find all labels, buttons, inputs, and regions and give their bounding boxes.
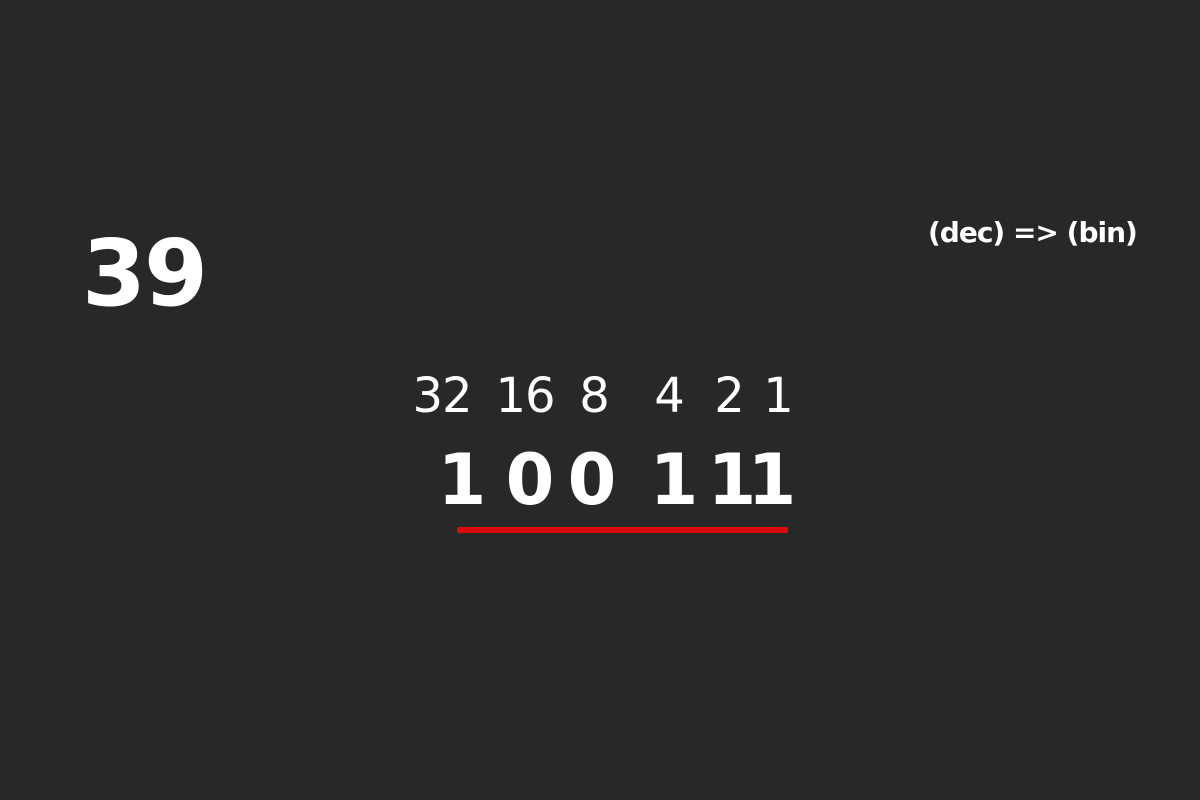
binary-digit: 0 [567, 439, 617, 521]
binary-digit: 1 [747, 439, 797, 521]
place-value-1: 1 [763, 368, 794, 424]
place-value-32: 32 [412, 368, 472, 424]
binary-digit: 0 [505, 439, 555, 521]
result-underline [457, 527, 788, 533]
conversion-label: (dec) => (bin) [928, 216, 1138, 249]
place-value-4: 4 [654, 368, 685, 424]
binary-digit: 1 [649, 439, 699, 521]
place-value-16: 16 [495, 368, 555, 424]
place-value-8: 8 [579, 368, 610, 424]
decimal-number: 39 [82, 220, 208, 327]
binary-digit: 1 [437, 439, 487, 521]
place-value-2: 2 [714, 368, 745, 424]
